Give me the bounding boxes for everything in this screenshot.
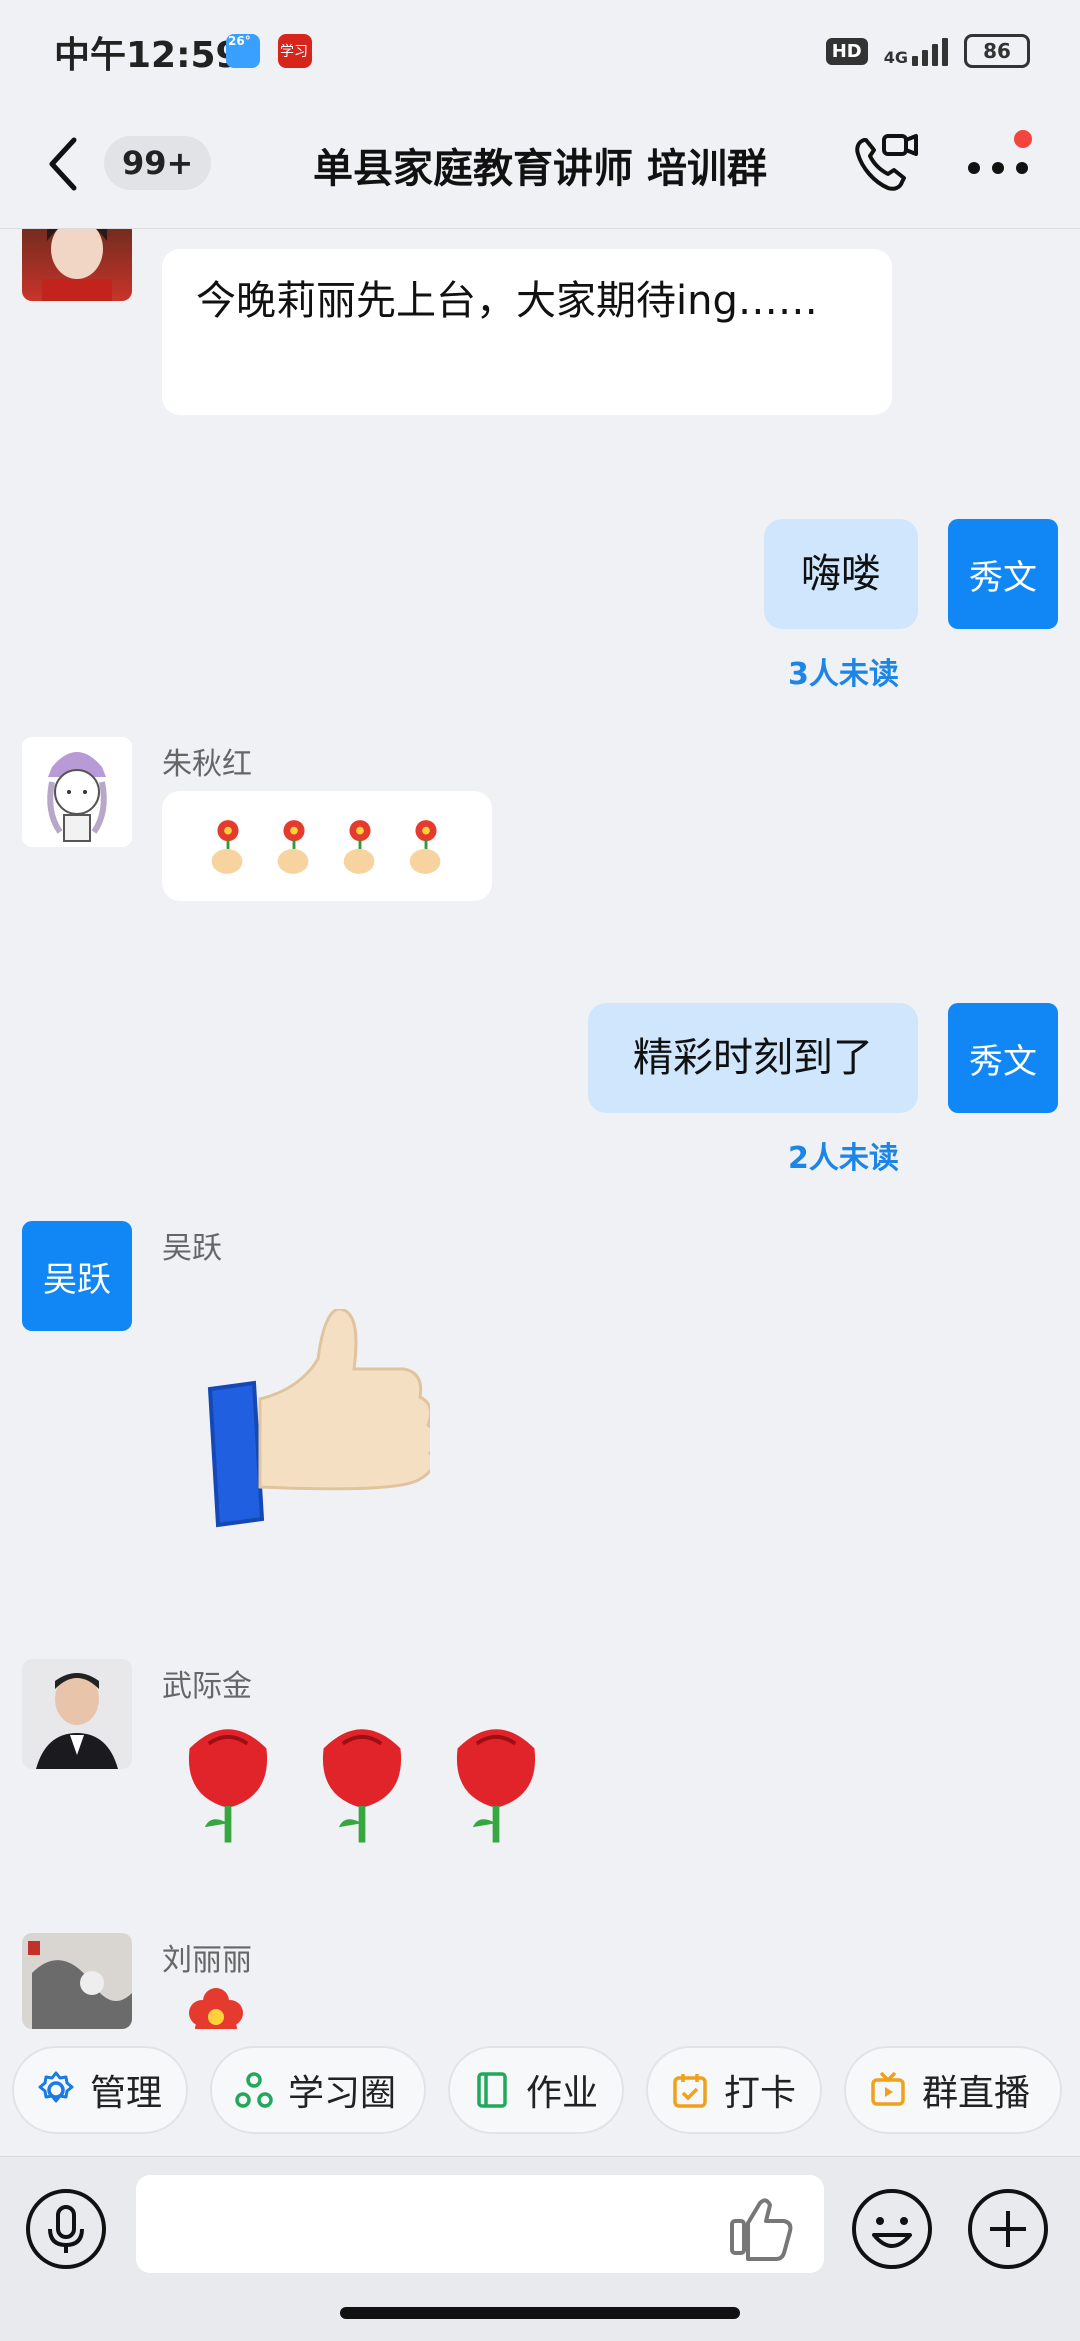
- chat-header: 99+ 单县家庭教育讲师 培训群: [0, 100, 1080, 229]
- battery-level: 86: [983, 39, 1011, 63]
- status-time: 中午12:59: [54, 35, 241, 76]
- video-call-icon[interactable]: [850, 128, 920, 198]
- more-options-button[interactable]: [960, 128, 1040, 198]
- sender-name: 武际金: [162, 1669, 252, 1704]
- avatar-label: 秀文: [969, 1041, 1037, 1082]
- avatar[interactable]: [22, 737, 132, 847]
- ink-painting-icon: [28, 1941, 132, 2029]
- message-text: 嗨喽: [801, 551, 881, 597]
- flower-hand-icon: [277, 820, 309, 874]
- avatar-label: 吴跃: [43, 1259, 111, 1300]
- hd-badge: HD: [825, 37, 868, 65]
- woman-portrait-icon: [42, 229, 112, 301]
- rose-icon: [322, 1729, 402, 1843]
- weather-temp: 26°: [228, 34, 251, 48]
- message-bubble[interactable]: 嗨喽: [764, 519, 918, 629]
- tv-icon: [871, 2071, 905, 2106]
- message-text: 精彩时刻到了: [633, 1035, 873, 1081]
- message-bubble[interactable]: 今晚莉丽先上台，大家期待ing……: [162, 249, 892, 415]
- back-arrow-icon[interactable]: [40, 132, 90, 196]
- status-bar: 中午12:59 26° 学习 HD 4G 86: [0, 0, 1080, 100]
- cartoon-girl-icon: [47, 752, 107, 842]
- flower-hand-icon: [343, 820, 375, 874]
- avatar[interactable]: 秀文: [948, 1003, 1058, 1113]
- homework-button[interactable]: 作业: [448, 2046, 624, 2134]
- microphone-icon[interactable]: [24, 2187, 108, 2271]
- sender-name: 刘丽丽: [162, 1943, 252, 1978]
- check-in-button[interactable]: 打卡: [646, 2046, 822, 2134]
- chip-label: 群直播: [922, 2073, 1031, 2114]
- sender-name: 朱秋红: [162, 747, 252, 782]
- rose-icon: [188, 1729, 268, 1843]
- home-indicator[interactable]: [340, 2307, 740, 2319]
- message-text: 今晚莉丽先上台，大家期待ing……: [196, 278, 818, 324]
- book-icon: [477, 2072, 507, 2108]
- xuexi-app-label: 学习: [280, 44, 308, 60]
- sender-name: 吴跃: [162, 1231, 222, 1266]
- message-input[interactable]: [136, 2175, 824, 2273]
- battery-icon: 86: [964, 34, 1030, 68]
- flower-hand-icon: [409, 820, 441, 874]
- thumbs-up-sticker[interactable]: [190, 1309, 430, 1549]
- notification-dot: [1014, 130, 1032, 148]
- thumbs-up-icon[interactable]: [726, 2191, 796, 2261]
- group-live-button[interactable]: 群直播: [844, 2046, 1062, 2134]
- signal-icon: [912, 36, 948, 66]
- chip-label: 管理: [90, 2073, 163, 2114]
- calendar-check-icon: [673, 2074, 707, 2108]
- avatar-label: 秀文: [969, 557, 1037, 598]
- weather-icon: 26°: [226, 34, 260, 68]
- input-bar: [0, 2156, 1080, 2341]
- avatar[interactable]: [22, 1659, 132, 1769]
- flower-hand-icon: [211, 820, 243, 874]
- plus-icon[interactable]: [966, 2187, 1050, 2271]
- xuexi-app-icon: 学习: [278, 34, 312, 68]
- emoji-icon[interactable]: [850, 2187, 934, 2271]
- sticker-bubble[interactable]: [162, 791, 492, 901]
- chip-label: 打卡: [724, 2073, 797, 2114]
- unread-count[interactable]: 3人未读: [788, 649, 899, 693]
- chip-label: 学习圈: [288, 2073, 397, 2114]
- page-title: 单县家庭教育讲师 培训群: [313, 146, 767, 192]
- avatar[interactable]: 吴跃: [22, 1221, 132, 1331]
- avatar[interactable]: [22, 229, 132, 301]
- unread-badge[interactable]: 99+: [104, 136, 212, 190]
- flower-sticker[interactable]: [186, 1985, 246, 2029]
- network-label: 4G: [883, 48, 908, 67]
- chat-messages[interactable]: 今晚莉丽先上台，大家期待ing…… 嗨喽 秀文 3人未读 朱秋红 精彩时刻到了 …: [0, 229, 1080, 2029]
- roses-sticker[interactable]: [180, 1719, 550, 1849]
- unread-count[interactable]: 2人未读: [788, 1133, 899, 1177]
- circle-nodes-icon: [235, 2072, 273, 2108]
- chip-label: 作业: [526, 2073, 599, 2114]
- gear-icon: [38, 2071, 74, 2103]
- manage-button[interactable]: 管理: [12, 2046, 188, 2134]
- avatar[interactable]: 秀文: [948, 519, 1058, 629]
- study-circle-button[interactable]: 学习圈: [210, 2046, 426, 2134]
- avatar[interactable]: [22, 1933, 132, 2029]
- message-bubble[interactable]: 精彩时刻到了: [588, 1003, 918, 1113]
- quick-action-bar: 管理 学习圈 作业 打卡 群直播: [0, 2046, 1080, 2146]
- rose-icon: [456, 1729, 536, 1843]
- man-portrait-icon: [36, 1673, 118, 1769]
